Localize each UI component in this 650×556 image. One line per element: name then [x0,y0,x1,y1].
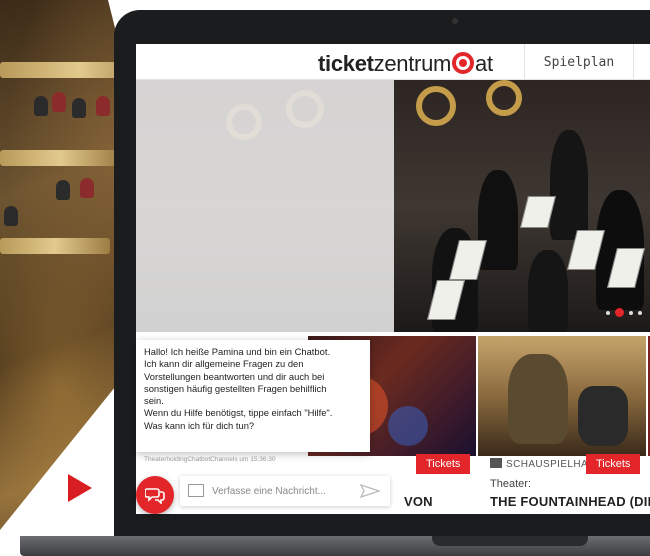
carousel-dot-active[interactable] [615,308,624,317]
tickets-button[interactable]: Tickets [586,454,641,474]
chatbot-widget: Hallo! Ich heiße Pamina und bin ein Chat… [136,340,370,468]
carousel-dots[interactable] [606,308,642,317]
site-logo[interactable]: ticketzentrum at [318,49,493,77]
logo-light: zentrum [373,51,452,76]
laptop-notch [432,536,588,546]
logo-bold: ticket [318,51,374,76]
musician-shape [528,250,568,332]
building-icon [490,458,502,468]
event-genre: Theater: [490,478,531,490]
marketing-stage: ticketzentrum at Spielplan Tickets VON S… [0,0,650,556]
laptop-camera [452,18,458,24]
event-card[interactable]: SCHAUSPIELHAUS Tickets Theater: THE FOUN… [478,336,650,514]
event-image [478,336,646,456]
chat-toggle-button[interactable] [136,476,174,514]
chat-line: sein. [144,395,164,407]
hero-carousel[interactable] [136,80,650,332]
chat-line: Vorstellungen beantworten und dir auch b… [144,370,325,382]
chat-line: Ich kann dir allgemeine Fragen zu den [144,358,304,370]
site-header: ticketzentrum at Spielplan [136,44,650,80]
chat-line: sonstigen häufig gestellten Fragen behil… [144,382,327,394]
chat-bubbles-icon [145,488,165,504]
event-title[interactable]: THE FOUNTAINHEAD (DIE [490,494,650,509]
carousel-dot[interactable] [606,310,610,315]
play-arrow-icon [68,474,92,502]
image-icon[interactable] [188,484,204,497]
send-icon[interactable] [360,484,380,498]
chat-line: Was kann ich für dich tun? [144,419,255,431]
chat-input-bar [180,476,390,506]
chat-line: Wenn du Hilfe benötigst, tippe einfach "… [144,407,333,419]
tickets-button[interactable]: Tickets [416,454,471,474]
hero-faded-panel [136,80,394,332]
logo-suffix: at [475,51,493,76]
musician-shape [478,170,518,270]
chatbot-message: Hallo! Ich heiße Pamina und bin ein Chat… [136,340,370,452]
event-title[interactable]: VON [404,494,433,509]
musician-shape [550,130,588,240]
carousel-dot[interactable] [638,310,642,315]
chat-message-input[interactable] [212,482,352,500]
tuba-shape [486,80,522,116]
nav-item-spielplan[interactable]: Spielplan [524,44,634,80]
logo-at-icon [452,52,475,74]
chat-timestamp: TheaterholdingChatbotChannels um 15:36:3… [144,456,276,463]
chat-line: Hallo! Ich heiße Pamina und bin ein Chat… [144,346,331,357]
tuba-shape [416,86,456,126]
carousel-dot[interactable] [629,310,633,315]
